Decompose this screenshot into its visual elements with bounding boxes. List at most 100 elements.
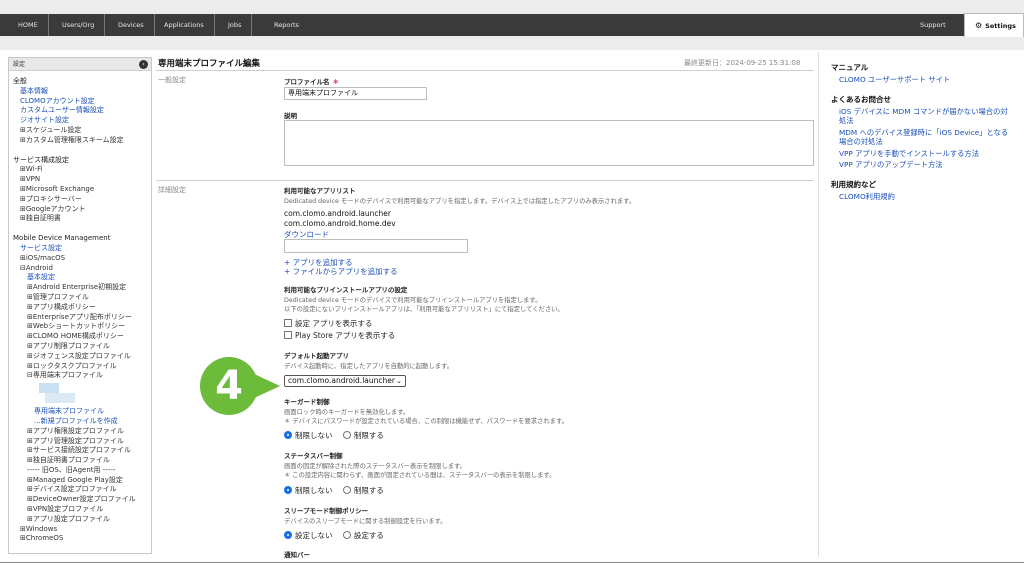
sidebar-item[interactable]: ⊞アプリ管理設定プロファイル [9, 437, 151, 447]
profile-name-input[interactable]: 専用端末プロファイル [284, 87, 427, 100]
default-app-label: デフォルト起動アプリ [284, 352, 349, 360]
sidebar-item[interactable]: ----- 旧OS、旧Agent用 ----- [9, 466, 151, 476]
last-updated: 最終更新日：2024-09-25 15:31:08 [684, 59, 801, 67]
sidebar-section-heading: 全般 [13, 77, 27, 85]
sidebar-item[interactable]: ⊞プロキシサーバー [9, 195, 151, 205]
app-item-1: com.clomo.android.launcher [284, 209, 391, 218]
sidebar-item[interactable]: ⊞ChromeOS [9, 534, 151, 544]
sidebar-item[interactable]: ...新規プロファイルを作成 [9, 417, 151, 427]
sidebar-item[interactable]: 基本情報 [9, 87, 151, 97]
sleep-no-set-radio[interactable]: 設定しない [284, 530, 333, 541]
keyguard-desc-2: ＊ デバイスにパスワードが設定されている場合、この制限は機能せず、パスワードを要… [284, 418, 568, 425]
nav-home[interactable]: HOME [8, 14, 49, 36]
collapse-sidebar-icon[interactable]: ‹ [139, 60, 148, 69]
nav-devices[interactable]: Devices [108, 14, 155, 36]
sidebar-item[interactable]: ⊞ロックタスクプロファイル [9, 362, 151, 372]
sidebar-item[interactable]: ⊞VPN [9, 175, 151, 185]
sidebar-item[interactable]: 専用端末プロファイル [9, 407, 151, 417]
sidebar-item[interactable]: ⊞独自証明書プロファイル [9, 456, 151, 466]
sidebar-item[interactable]: ⊞Windows [9, 525, 151, 535]
support-site-link[interactable]: CLOMO ユーザーサポート サイト [839, 75, 950, 85]
faq-link-2b[interactable]: 場合の対処法 [839, 137, 883, 147]
nav-jobs[interactable]: Jobs [218, 14, 253, 36]
faq-link-1a[interactable]: iOS デバイスに MDM コマンドが届かない場合の対 [839, 107, 1008, 117]
blurred-profile-item[interactable] [9, 381, 151, 407]
description-label: 説明 [284, 112, 297, 120]
keyguard-radio-group: 制限しない 制限する [284, 430, 392, 441]
sidebar-item[interactable]: ⊞DeviceOwner設定プロファイル [9, 495, 151, 505]
sidebar-item[interactable]: ⊞アプリ権限設定プロファイル [9, 427, 151, 437]
faq-link-1b[interactable]: 処法 [839, 116, 854, 126]
sidebar-section-heading: Mobile Device Management [13, 234, 111, 243]
sidebar-item[interactable]: ⊞VPN設定プロファイル [9, 505, 151, 515]
faq-link-4[interactable]: VPP アプリのアップデート方法 [839, 160, 943, 170]
sidebar-item[interactable]: ⊟専用端末プロファイル [9, 371, 151, 381]
radio-dot[interactable] [284, 431, 292, 439]
sidebar-item[interactable]: ⊞サービス接続設定プロファイル [9, 446, 151, 456]
sidebar-item[interactable]: ⊞カスタム管理権限スキーム設定 [9, 136, 151, 146]
sidebar-item[interactable]: ⊞Enterpriseアプリ配布ポリシー [9, 313, 151, 323]
blur-block [45, 393, 75, 404]
sidebar-item[interactable]: ⊞独自証明書 [9, 214, 151, 224]
sidebar-item[interactable]: 基本設定 [9, 273, 151, 283]
faq-link-3[interactable]: VPP アプリを手動でインストールする方法 [839, 149, 979, 159]
show-settings-app-checkbox[interactable]: 設定 アプリを表示する [284, 318, 372, 329]
show-playstore-app-checkbox[interactable]: Play Store アプリを表示する [284, 330, 395, 341]
sidebar-item[interactable]: ⊞アプリ設定プロファイル [9, 515, 151, 525]
app-search-input[interactable] [284, 239, 468, 253]
statusbar-no-restrict-radio[interactable]: 制限しない [284, 485, 333, 496]
sidebar-item[interactable]: ⊞Webショートカットポリシー [9, 322, 151, 332]
sleep-set-radio[interactable]: 設定する [342, 530, 384, 541]
chevron-down-icon: ⌄ [396, 377, 402, 385]
sidebar-item[interactable]: ⊞管理プロファイル [9, 293, 151, 303]
nav-settings-tab[interactable]: ⚙ Settings [964, 13, 1024, 37]
sidebar-item[interactable]: ジオサイト設定 [9, 116, 151, 126]
add-app-from-file-link[interactable]: + ファイルからアプリを追加する [284, 266, 398, 277]
sidebar-item[interactable]: ⊟Android [9, 264, 151, 274]
sidebar-item[interactable]: CLOMOアカウント設定 [9, 97, 151, 107]
sidebar-item[interactable]: ⊞CLOMO HOME構成ポリシー [9, 332, 151, 342]
keyguard-restrict-radio[interactable]: 制限する [342, 430, 384, 441]
sidebar-item[interactable]: ⊞アプリ構成ポリシー [9, 303, 151, 313]
sidebar-item[interactable]: ⊞アプリ制限プロファイル [9, 342, 151, 352]
settings-sidebar: 設定 ‹ 全般基本情報 CLOMOアカウント設定 カスタムユーザー情報設定 ジオサイト… [8, 57, 152, 554]
sidebar-item[interactable]: カスタムユーザー情報設定 [9, 106, 151, 116]
nav-bar: HOME Users/Org Devices Applications Jobs… [0, 14, 1024, 36]
statusbar-restrict-radio[interactable]: 制限する [342, 485, 384, 496]
sidebar-item[interactable]: ⊞スケジュール設定 [9, 126, 151, 136]
radio-dot[interactable] [342, 486, 351, 494]
sidebar-item[interactable]: ⊞ジオフェンス設定プロファイル [9, 352, 151, 362]
sidebar-item[interactable]: ⊞iOS/macOS [9, 254, 151, 264]
sidebar-item[interactable]: ⊞Microsoft Exchange [9, 185, 151, 195]
description-textarea[interactable] [284, 120, 814, 166]
sidebar-item[interactable]: ⊞Managed Google Play設定 [9, 476, 151, 486]
nav-support[interactable]: Support [920, 14, 946, 36]
sidebar-item[interactable]: ⊞Android Enterprise初期設定 [9, 283, 151, 293]
sidebar-item[interactable]: ⊞デバイス設定プロファイル [9, 485, 151, 495]
sidebar-header: 設定 ‹ [9, 58, 151, 71]
nav-users-org[interactable]: Users/Org [52, 14, 106, 36]
checkbox-box[interactable] [284, 331, 292, 339]
keyguard-no-restrict-radio[interactable]: 制限しない [284, 430, 333, 441]
sidebar-item[interactable]: サービス設定 [9, 244, 151, 254]
profile-name-label-text: プロファイル名 [284, 78, 330, 86]
radio-label: 制限しない [295, 431, 333, 440]
right-panel-divider [818, 52, 819, 557]
terms-link[interactable]: CLOMO利用規約 [839, 192, 895, 202]
sleep-policy-desc: デバイスのスリープモードに関する制御設定を行います。 [284, 518, 447, 525]
default-app-value: com.clomo.android.launcher [288, 376, 395, 385]
radio-label: 設定しない [295, 531, 333, 540]
default-app-select[interactable]: com.clomo.android.launcher ⌄ [284, 375, 406, 387]
sidebar-item[interactable]: ⊞Wi-Fi [9, 165, 151, 175]
nav-reports[interactable]: Reports [264, 14, 309, 36]
nav-applications[interactable]: Applications [154, 14, 215, 36]
radio-dot[interactable] [284, 531, 292, 539]
checkbox-box[interactable] [284, 319, 292, 327]
radio-dot[interactable] [342, 531, 351, 539]
statusbar-label: ステータスバー制御 [284, 452, 343, 460]
section-divider [156, 180, 814, 181]
sidebar-item[interactable]: ⊞Googleアカウント [9, 205, 151, 215]
radio-dot[interactable] [284, 486, 292, 494]
radio-label: 制限する [353, 431, 384, 440]
radio-dot[interactable] [342, 431, 351, 439]
